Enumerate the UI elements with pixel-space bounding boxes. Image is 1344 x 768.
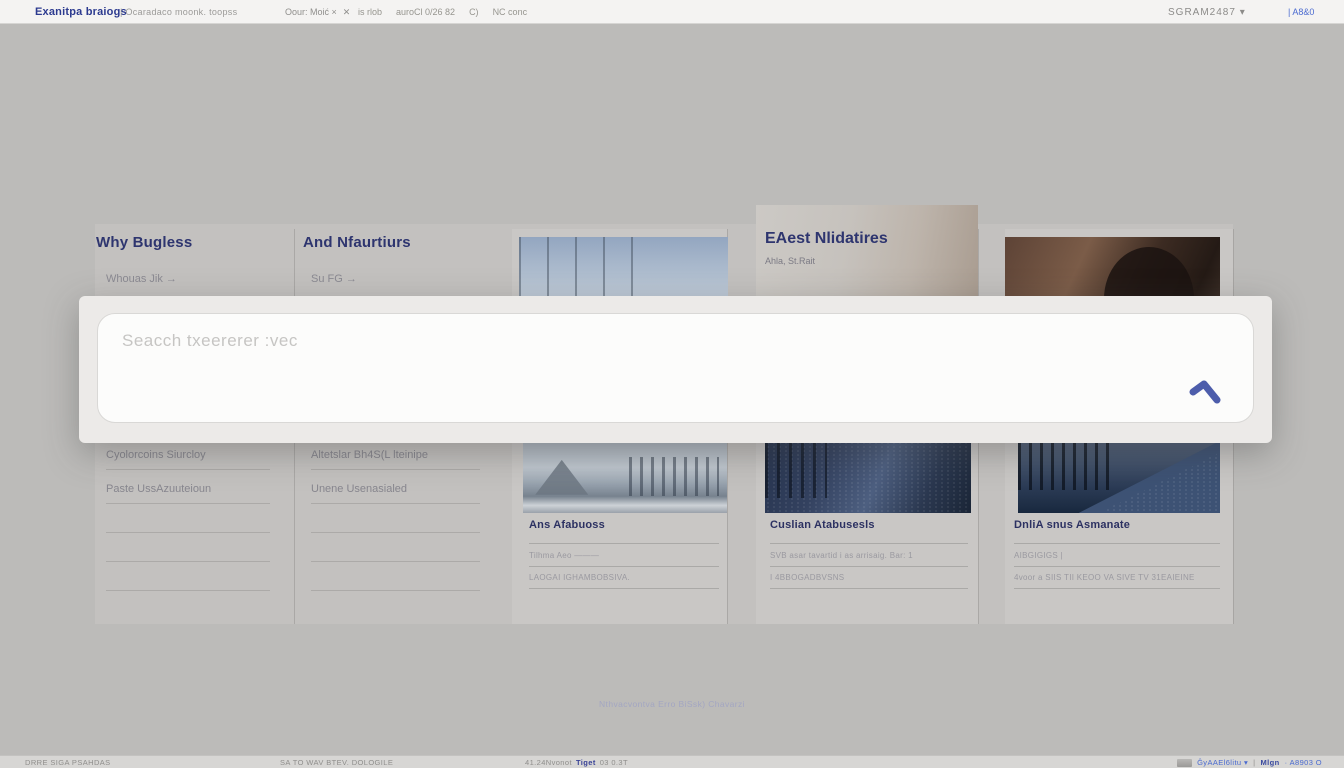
search-box[interactable] [97,313,1254,423]
close-icon[interactable]: ✕ [343,7,351,18]
card-row[interactable]: 4voor a SIIS TII KEOO VA SIVE TV 31EAIEI… [1014,566,1220,589]
top-nav-item[interactable]: NC conc [493,7,528,17]
signin-link[interactable]: | A8&0 [1288,0,1314,24]
status-center-pre: 41.24Nvonot [525,758,572,767]
column-link[interactable]: Whouas Jik → [106,273,177,285]
card-row[interactable]: I 4BBOGADBVSNS [770,566,968,589]
status-center-bold[interactable]: Tiget [576,758,596,767]
card-row[interactable]: AIBGIGIGS | [1014,543,1220,566]
column-link[interactable]: Su FG → [311,273,357,285]
status-center-post: 03 0.3T [600,758,628,767]
towers-silhouette [621,457,719,497]
list-item[interactable] [106,533,270,562]
card-title[interactable]: Cuslian Atabusesls [770,519,875,531]
list-item[interactable]: Unene Usenasialed [311,475,480,504]
list-item[interactable]: Cyolorcoins Siurcloy [106,441,270,470]
status-middle-text: SA TO WAV BTEV. DOLOGILE [280,756,393,768]
card-image [765,437,971,513]
column-heading: And Nfaurtiurs [303,234,411,251]
trees-silhouette [765,437,827,498]
card-image [523,437,727,513]
mountain-shape [535,460,588,495]
show-more-link[interactable]: Nthvacvontva Erro BiSsk) Chavarzi [0,699,1344,709]
top-nav-item[interactable]: auroCl 0/26 82 [396,7,455,17]
tab-label: Oour: Moić × [285,7,337,17]
list-item[interactable] [311,504,480,533]
divider: | [1253,758,1255,767]
card-row[interactable]: SVB asar tavartid i as arrisaig. Bar: 1 [770,543,968,566]
status-left-text: DRRE SIGA PSAHDAS [25,756,111,768]
status-center-text: 41.24Nvonot Tiget 03 0.3T [525,756,628,768]
top-nav-item[interactable]: C) [469,7,479,17]
top-nav-item[interactable]: is rlob [358,7,382,17]
browser-tab[interactable]: Oour: Moić × ✕ [285,0,350,24]
trees-silhouette [1018,443,1109,490]
card-title[interactable]: DnliA snus Asmanate [1014,519,1130,531]
list-item[interactable]: Altetslar Bh4S(L lteinipe [311,441,480,470]
list-item[interactable] [311,533,480,562]
card-title[interactable]: Ans Afabuoss [529,519,605,531]
list-item[interactable] [106,504,270,533]
status-bar: DRRE SIGA PSAHDAS SA TO WAV BTEV. DOLOGI… [0,755,1344,768]
top-nav: is rlob auroCl 0/26 82 C) NC conc [358,0,527,24]
list-item[interactable] [311,562,480,591]
status-right-links: ĜyAAEl6litu ▾ | Mlgn · A8903 O [1177,756,1322,768]
agree-link[interactable]: · A8903 O [1285,758,1322,767]
card-row[interactable]: Tilhma Aeo ——— [529,543,719,566]
submit-arrow-icon[interactable] [1187,374,1227,406]
section-subtitle: Ahla, St.Rait [765,256,888,266]
browser-top-bar: Exanitpa braiogs | Ocaradaco moonk. toop… [0,0,1344,24]
brand-logo[interactable]: Exanitpa braiogs [35,0,127,24]
search-input[interactable] [122,326,922,356]
map-link[interactable]: Mlgn [1261,758,1280,767]
section-title: EAest Nlidatires [765,230,888,248]
card-row[interactable]: LAOGAI IGHAMBOBSIVA. [529,566,719,589]
list-item[interactable]: Paste UssAzuuteioun [106,475,270,504]
user-menu[interactable]: SGRAM2487 ▾ [1168,0,1246,24]
availability-link[interactable]: ĜyAAEl6litu ▾ [1197,758,1248,767]
top-menu-text: | Ocaradaco moonk. toopss [120,0,237,24]
column-heading: Why Bugless [96,234,192,251]
search-modal [79,296,1272,443]
photo-thumbnail-icon [1177,759,1192,767]
list-item[interactable] [106,562,270,591]
card-image [1018,437,1220,513]
